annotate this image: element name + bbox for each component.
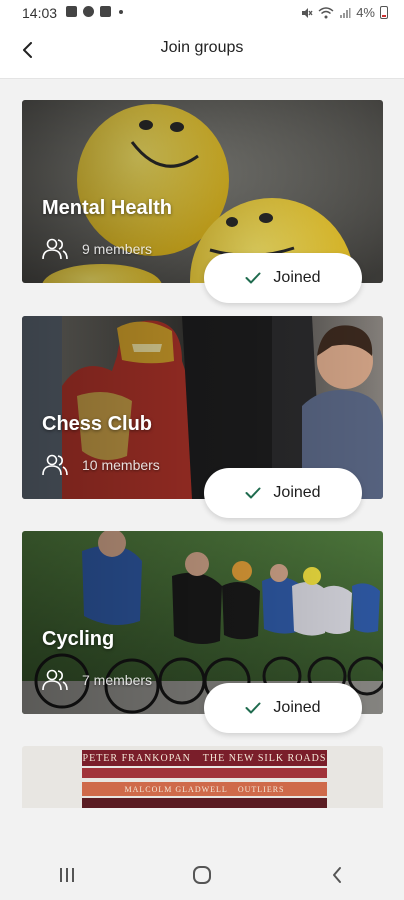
home-icon [192,866,211,884]
members-row: 7 members [42,669,152,691]
checkmark-icon [245,702,261,714]
book-spine-separator [82,768,327,778]
book-spine: MALCOLM GLADWELL OUTLIERS [82,782,327,796]
joined-label: Joined [273,699,321,716]
recent-apps-icon [60,868,75,882]
groups-list[interactable]: Mental Health 9 members Joined Chess Clu… [0,79,404,850]
group-name: Chess Club [42,413,153,435]
book-title: OUTLIERS [237,784,285,794]
members-icon [42,454,68,476]
status-right: 4% [301,5,388,20]
page-title: Join groups [160,39,244,56]
status-bar: 14:03 4% [0,0,404,26]
book-title: THE NEW SILK ROADS [202,752,327,764]
wifi-icon [318,6,334,18]
group-name: Mental Health [42,197,173,219]
members-row: 10 members [42,454,160,476]
joined-label: Joined [273,269,321,286]
more-notifications-icon [119,9,123,14]
joined-button[interactable]: Joined [204,468,362,518]
settings-icon [83,6,94,17]
member-count: 7 members [82,672,153,688]
app-icon [100,6,111,17]
battery-level: 4% [356,5,375,20]
book-author: MALCOLM GLADWELL [124,784,228,794]
gallery-icon [66,6,77,17]
book-spine: PETER FRANKOPAN THE NEW SILK ROADS [82,750,327,766]
joined-label: Joined [273,484,321,501]
battery-icon [380,6,388,19]
back-icon [332,867,341,883]
notification-icons [66,6,123,17]
member-count: 9 members [82,241,153,257]
checkmark-icon [245,272,261,284]
home-button[interactable] [172,855,232,895]
signal-icon [340,7,351,18]
member-count: 10 members [82,457,160,473]
nav-back-button[interactable] [307,855,367,895]
joined-button[interactable]: Joined [204,683,362,733]
group-name: Cycling [42,628,115,650]
checkmark-icon [245,487,261,499]
status-time: 14:03 [22,5,58,21]
mute-icon [302,7,313,18]
book-author: PETER FRANKOPAN [82,752,191,764]
group-card-books[interactable]: PETER FRANKOPAN THE NEW SILK ROADS MALCO… [22,746,383,808]
app-header: Join groups [0,26,404,79]
members-row: 9 members [42,238,152,260]
system-nav-bar [0,850,404,900]
recent-apps-button[interactable] [37,855,97,895]
joined-button[interactable]: Joined [204,253,362,303]
members-icon [42,238,68,260]
members-icon [42,669,68,691]
book-spine [82,798,327,808]
